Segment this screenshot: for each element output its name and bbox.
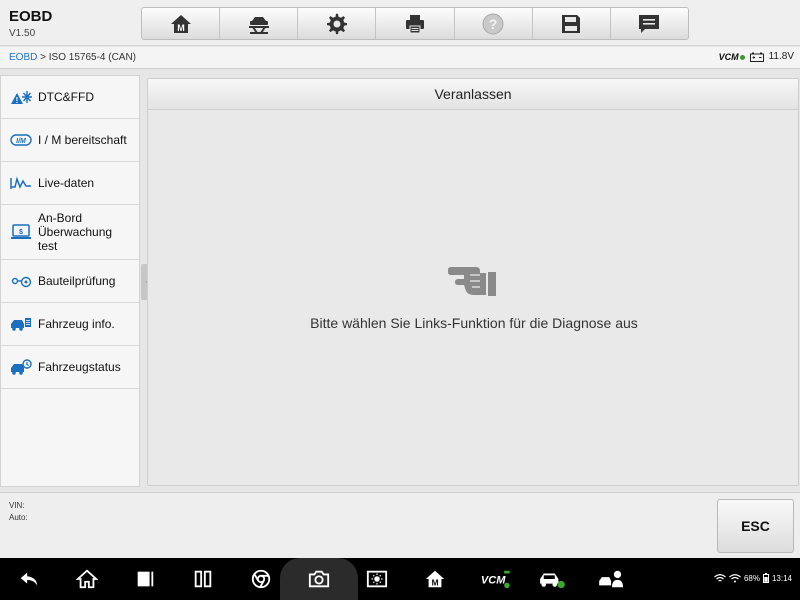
- app-title: EOBD: [9, 8, 53, 25]
- svg-text:M: M: [432, 578, 439, 587]
- app-header: EOBD V1.50 M ?: [0, 0, 800, 46]
- battery-icon: [749, 52, 764, 62]
- battery-charging-icon: [762, 573, 769, 583]
- save-button[interactable]: [533, 8, 611, 39]
- wifi-icon: [714, 573, 726, 582]
- help-icon: ?: [482, 13, 504, 34]
- help-button[interactable]: ?: [455, 8, 533, 39]
- screenshot-button[interactable]: [307, 567, 331, 591]
- clock: 13:14: [771, 573, 792, 583]
- svg-text:I/M: I/M: [16, 138, 26, 145]
- sidebar-item-label: Fahrzeugstatus: [38, 360, 121, 374]
- settings-button[interactable]: [298, 8, 377, 39]
- breadcrumb: EOBD > ISO 15765-4 (CAN): [9, 52, 136, 63]
- component-test-icon: [10, 273, 32, 289]
- sidebar-item-label: Bauteilprüfung: [38, 274, 116, 288]
- home-icon: [76, 569, 98, 589]
- system-status: 68% 13:14: [714, 573, 792, 583]
- sidebar-item-im-readiness[interactable]: I/M I / M bereitschaft: [1, 119, 139, 162]
- panel-title: Veranlassen: [148, 79, 798, 110]
- sidebar-item-dtc-ffd[interactable]: ! DTC&FFD: [1, 76, 139, 119]
- instruction-text: Bitte wählen Sie Links-Funktion für die …: [310, 315, 638, 331]
- sidebar-item-vehicle-status[interactable]: Fahrzeugstatus: [1, 346, 139, 389]
- back-button[interactable]: [17, 567, 41, 591]
- im-icon: I/M: [10, 132, 32, 148]
- maxisys-home-button[interactable]: M: [423, 567, 447, 591]
- vcm-connected-icon: [739, 54, 745, 60]
- technician-car-icon: [599, 570, 623, 588]
- message-button[interactable]: [611, 8, 688, 39]
- main-toolbar: M ?: [141, 7, 689, 40]
- home-nav-button[interactable]: [75, 567, 99, 591]
- brightness-button[interactable]: [365, 567, 389, 591]
- vcm-nav-button[interactable]: VCM: [478, 567, 512, 591]
- breadcrumb-root[interactable]: EOBD: [9, 52, 37, 63]
- battery-voltage: 11.8V: [768, 51, 794, 62]
- vehicle-status-icon: [10, 359, 32, 375]
- system-navbar: M VCM 68% 13:14: [0, 558, 800, 600]
- sidebar-item-vehicle-info[interactable]: Fahrzeug info.: [1, 303, 139, 346]
- split-screen-icon: [194, 570, 212, 588]
- chat-icon: [639, 14, 660, 33]
- recent-apps-button[interactable]: [133, 567, 157, 591]
- floppy-icon: [562, 14, 581, 33]
- sidebar-item-onboard-monitor[interactable]: $ An-Bord Überwachung test: [1, 205, 139, 260]
- svg-text:?: ?: [489, 16, 498, 32]
- battery-percent: 68%: [743, 573, 760, 583]
- split-screen-button[interactable]: [191, 567, 215, 591]
- sidebar-item-label: I / M bereitschaft: [38, 133, 127, 147]
- chrome-icon: [251, 569, 271, 589]
- technician-nav-button[interactable]: [597, 567, 627, 591]
- svg-text:$: $: [19, 229, 23, 236]
- pointing-hand-icon: [448, 267, 496, 296]
- svg-text:M: M: [177, 23, 185, 33]
- vcm-status: VCM: [719, 52, 745, 62]
- vin-label: VIN:: [9, 501, 25, 510]
- brightness-icon: [366, 570, 388, 588]
- recent-apps-icon: [137, 571, 154, 587]
- vcm-wifi-icon: [729, 573, 741, 582]
- breadcrumb-bar: EOBD > ISO 15765-4 (CAN) VCM 11.8V: [0, 47, 800, 69]
- vcm-label: VCM: [718, 51, 739, 62]
- browser-button[interactable]: [249, 567, 273, 591]
- breadcrumb-current: ISO 15765-4 (CAN): [48, 52, 137, 63]
- sidebar-item-live-data[interactable]: Live-daten: [1, 162, 139, 205]
- home-m-icon: M: [170, 14, 191, 33]
- monitor-icon: $: [10, 224, 32, 240]
- printer-icon: [405, 14, 424, 33]
- vehicle-info-bar: VIN: Auto: ESC: [0, 492, 800, 558]
- home-button[interactable]: M: [142, 8, 221, 39]
- vehicle-info-icon: [10, 316, 32, 332]
- car-lift-icon: [248, 16, 269, 34]
- device-status: VCM 11.8V: [719, 51, 794, 62]
- car-icon: [540, 573, 565, 589]
- sidebar-item-label: DTC&FFD: [38, 90, 94, 104]
- sidebar-item-component-test[interactable]: Bauteilprüfung: [1, 260, 139, 303]
- live-data-icon: [10, 175, 32, 191]
- sidebar-item-label: Live-daten: [38, 176, 95, 190]
- breadcrumb-separator: >: [37, 52, 49, 63]
- main-panel: Veranlassen Bitte wählen Sie Links-Funkt…: [147, 78, 799, 486]
- esc-button[interactable]: ESC: [717, 499, 794, 553]
- home-m-icon: M: [425, 570, 445, 587]
- svg-text:VCM: VCM: [481, 575, 506, 587]
- svg-text:!: !: [16, 96, 19, 105]
- print-button[interactable]: [376, 8, 455, 39]
- auto-label: Auto:: [9, 513, 28, 522]
- gear-icon: [326, 13, 347, 34]
- back-arrow-icon: [20, 572, 38, 586]
- camera-icon: [308, 570, 330, 588]
- sidebar-item-label: An-Bord Überwachung test: [38, 211, 113, 253]
- sidebar-item-label: Fahrzeug info.: [38, 317, 115, 331]
- app-version: V1.50: [9, 28, 36, 39]
- vehicle-button[interactable]: [220, 8, 299, 39]
- vehicle-nav-button[interactable]: [537, 567, 567, 591]
- dtc-icon: !: [10, 89, 32, 105]
- vcm-icon: VCM: [481, 570, 510, 589]
- function-sidebar: ! DTC&FFD I/M I / M bereitschaft Live-da…: [0, 75, 140, 487]
